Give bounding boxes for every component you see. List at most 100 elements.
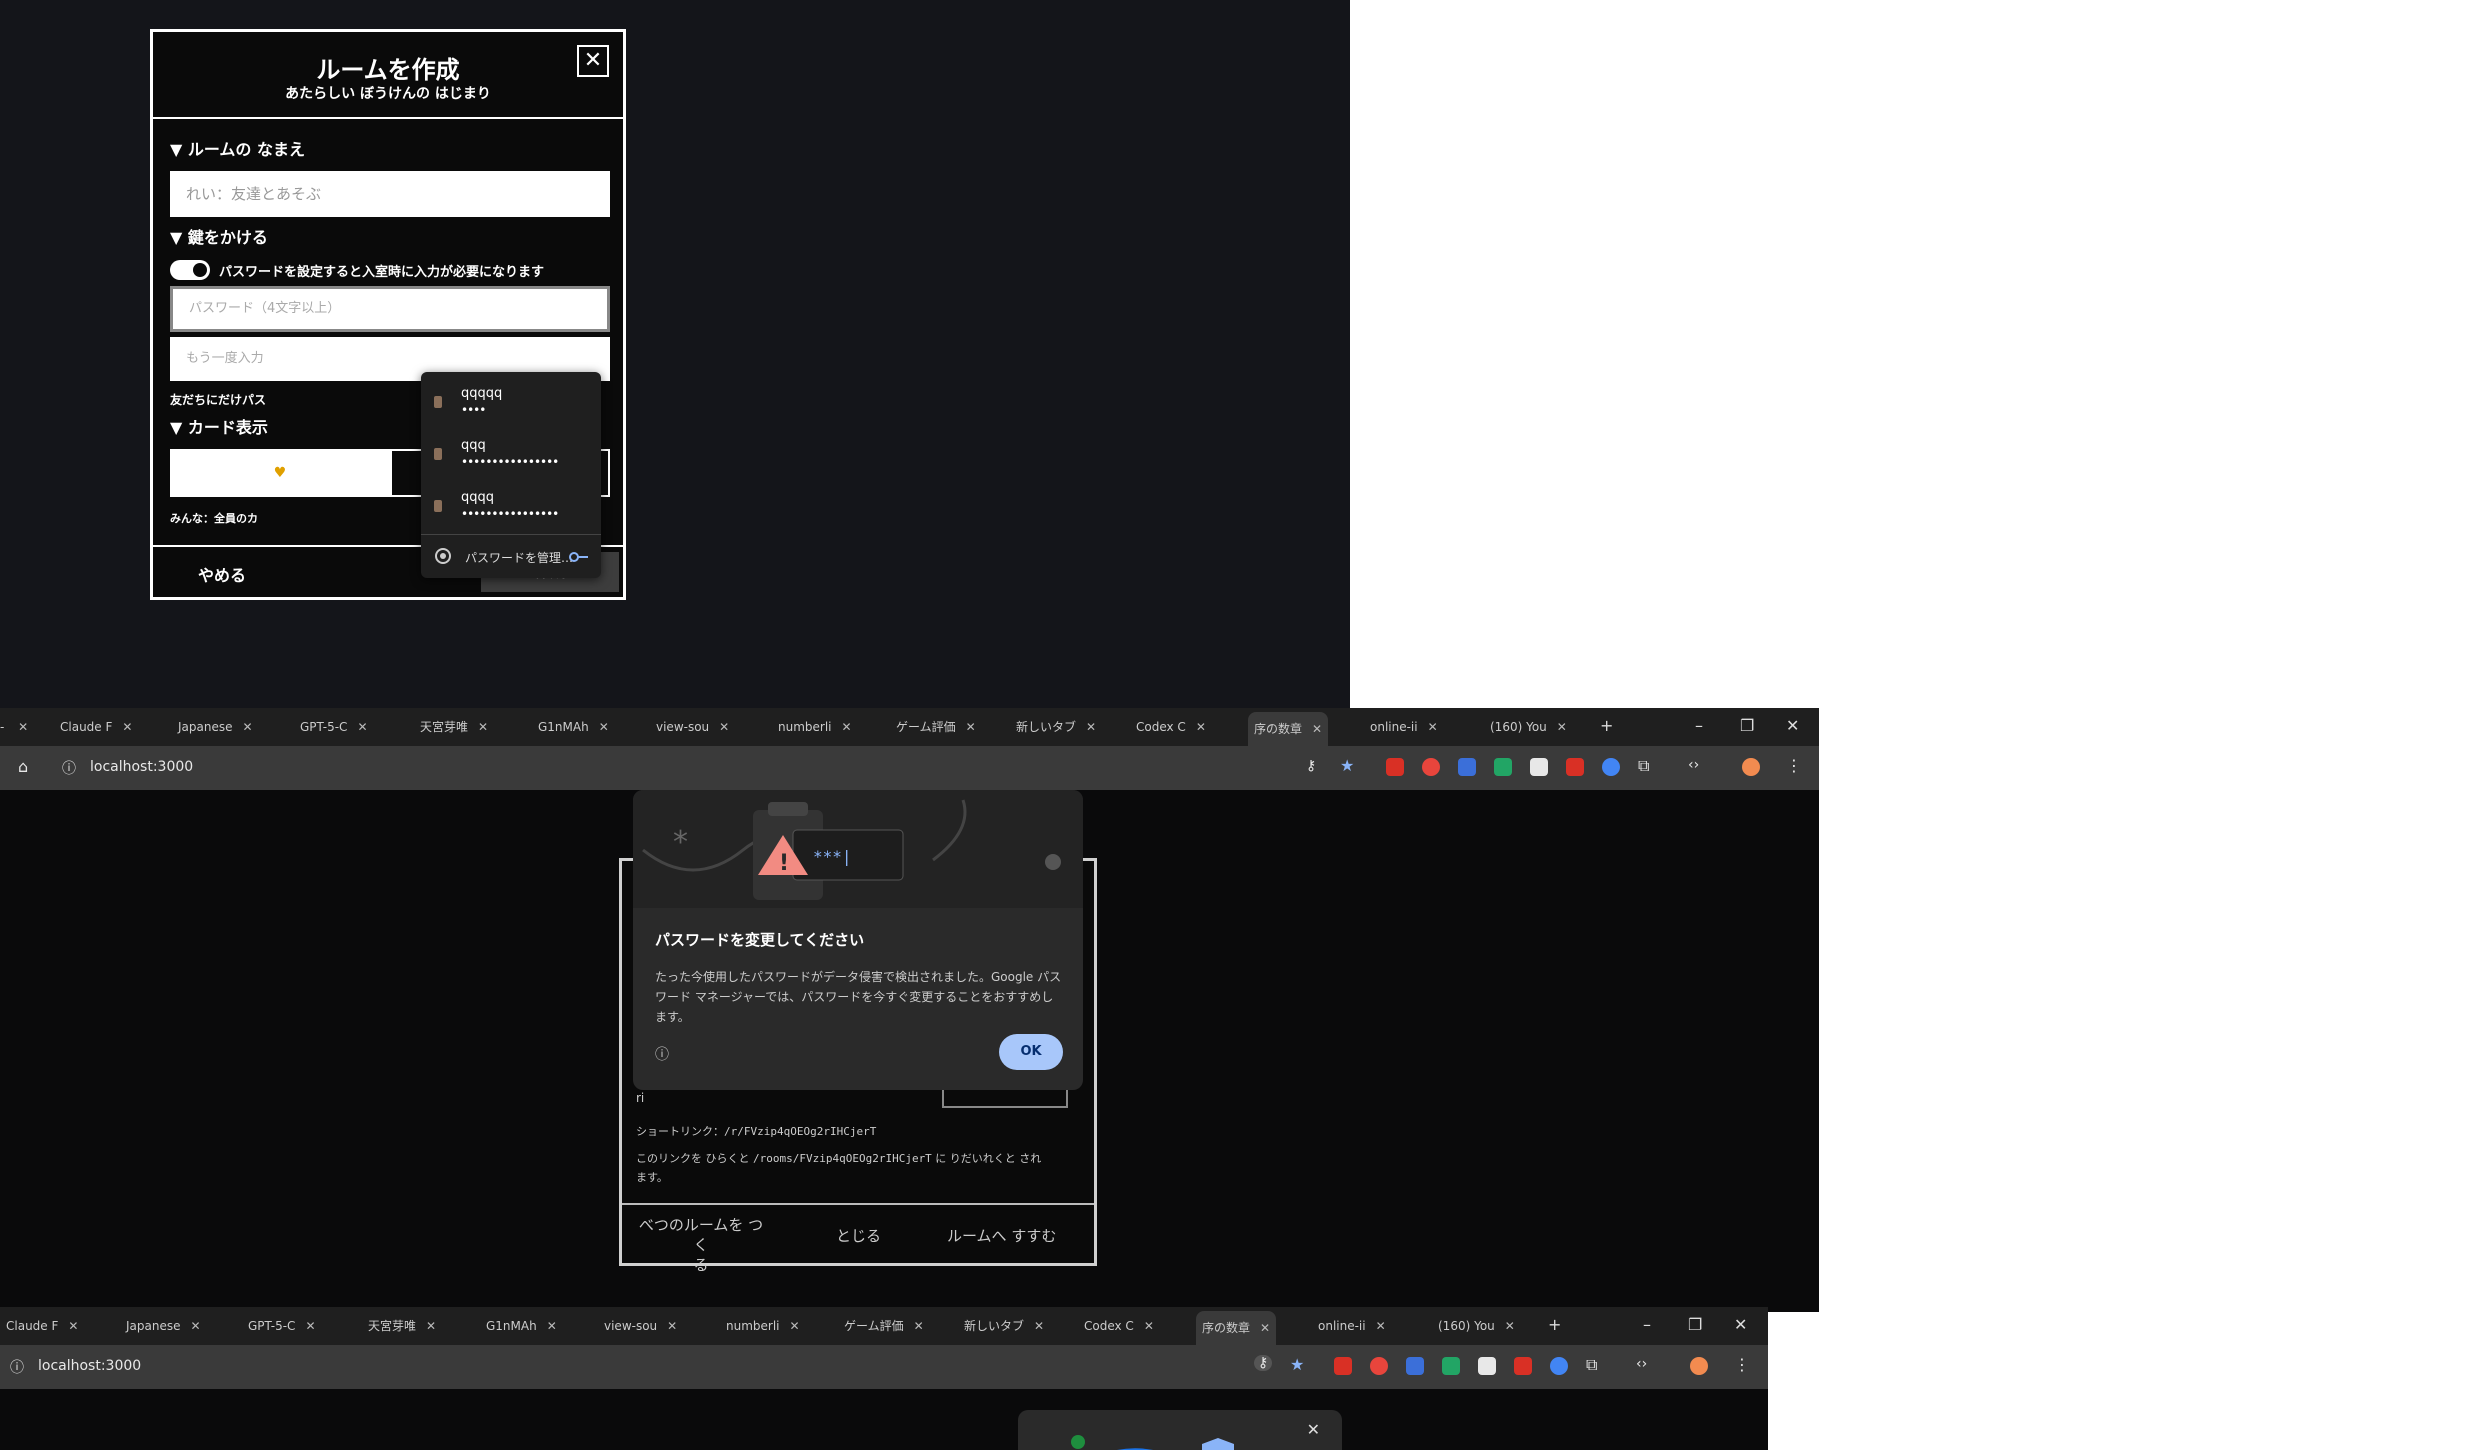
password-saved-popup: ✕: [1018, 1410, 1342, 1450]
tab[interactable]: Codex C ✕: [1084, 1315, 1154, 1337]
extension-icon[interactable]: [1494, 758, 1512, 776]
new-tab-button[interactable]: +: [1548, 1315, 1561, 1334]
extension-icon[interactable]: [1566, 758, 1584, 776]
stray-text: ri: [636, 1091, 645, 1105]
puzzle-icon[interactable]: ⧉: [1586, 1355, 1597, 1375]
tab[interactable]: 新しいタブ ✕: [964, 1315, 1044, 1337]
card-option-everyone[interactable]: ♥: [170, 449, 390, 497]
friends-hint: 友だちにだけパス: [170, 393, 267, 407]
cancel-button[interactable]: やめる: [198, 562, 246, 586]
manage-passwords-link[interactable]: パスワードを管理…: [465, 549, 573, 566]
tab-active[interactable]: 序の数章 ✕: [1196, 1311, 1277, 1345]
breach-warning-dialog: * ! ***| パスワードを変更してください たった今使用したパスワードがデー…: [633, 790, 1083, 1090]
tab[interactable]: 天宮芽唯 ✕: [368, 1315, 436, 1337]
svg-text:*: *: [673, 825, 688, 860]
restore-button[interactable]: ❐: [1688, 1315, 1702, 1334]
extension-icon[interactable]: [1406, 1357, 1424, 1375]
autofill-username: qqqq: [461, 490, 495, 505]
menu-icon[interactable]: ⋮: [1786, 756, 1802, 775]
tab[interactable]: GPT-5-C ✕: [248, 1315, 316, 1337]
window-close-button[interactable]: ✕: [1734, 1315, 1747, 1334]
short-link-row: ショートリンク：/r/FVzip4qOEOg2rIHCjerT: [636, 1125, 877, 1138]
tab[interactable]: (160) You ✕: [1490, 716, 1567, 738]
avatar[interactable]: [1742, 758, 1760, 776]
tab[interactable]: 新しいタブ ✕: [1016, 716, 1096, 738]
password-input[interactable]: パスワード（4文字以上）: [170, 286, 610, 332]
tab-partial[interactable]: - ✕: [0, 716, 28, 738]
restore-button[interactable]: ❐: [1740, 716, 1754, 735]
tab[interactable]: Japanese ✕: [126, 1315, 201, 1337]
password-key-icon[interactable]: ⚷: [1254, 1355, 1273, 1371]
extension-icon[interactable]: [1514, 1357, 1532, 1375]
extension-icon[interactable]: [1458, 758, 1476, 776]
site-info-icon[interactable]: ⓘ: [62, 758, 76, 778]
devtools-icon[interactable]: ‹›: [1688, 757, 1699, 773]
warning-title: パスワードを変更してください: [655, 931, 865, 949]
tab[interactable]: GPT-5-C ✕: [300, 716, 368, 738]
url-text[interactable]: localhost:3000: [38, 1358, 141, 1374]
extension-icon[interactable]: [1442, 1357, 1460, 1375]
devtools-icon[interactable]: ‹›: [1636, 1356, 1647, 1372]
tab[interactable]: view-sou ✕: [604, 1315, 677, 1337]
tab-strip: Claude F ✕ Japanese ✕ GPT-5-C ✕ 天宮芽唯 ✕ G1nMA…: [0, 1307, 1768, 1345]
extension-icon[interactable]: [1370, 1357, 1388, 1375]
autofill-item[interactable]: qqqq ••••••••••••••••: [421, 480, 601, 530]
tab[interactable]: Japanese ✕: [178, 716, 253, 738]
autofill-item[interactable]: qqqqq ••••: [421, 376, 601, 426]
info-icon[interactable]: ⓘ: [655, 1044, 669, 1064]
tab[interactable]: ゲーム評価 ✕: [844, 1315, 924, 1337]
avatar[interactable]: [1690, 1357, 1708, 1375]
tab[interactable]: Claude F ✕: [6, 1315, 78, 1337]
new-room-button[interactable]: べつのルームを つくる: [636, 1215, 766, 1275]
tab[interactable]: numberli ✕: [778, 716, 852, 738]
tab[interactable]: G1nMAh ✕: [538, 716, 609, 738]
room-name-input[interactable]: れい：友達とあそぶ: [170, 171, 610, 217]
password-autofill-dropdown: qqqqq •••• qqq •••••••••••••••• qqqq •••…: [421, 372, 601, 578]
tab[interactable]: 天宮芽唯 ✕: [420, 716, 488, 738]
tab[interactable]: ゲーム評価 ✕: [896, 716, 976, 738]
chrome-profile-icon[interactable]: [1550, 1357, 1568, 1375]
window-close-button[interactable]: ✕: [1786, 716, 1799, 735]
lock-toggle[interactable]: [170, 260, 210, 280]
url-text[interactable]: localhost:3000: [90, 759, 193, 775]
home-icon[interactable]: ⌂: [18, 757, 28, 776]
lock-hint: パスワードを設定すると入室時に入力が必要になります: [219, 265, 545, 280]
adblock-icon[interactable]: [1386, 758, 1404, 776]
autofill-username: qqq: [461, 438, 486, 453]
password-manager-illustration: [1071, 1435, 1234, 1450]
puzzle-icon[interactable]: ⧉: [1638, 756, 1649, 776]
minimize-button[interactable]: –: [1643, 1315, 1651, 1334]
tab[interactable]: (160) You ✕: [1438, 1315, 1515, 1337]
site-favicon-icon: [434, 396, 442, 408]
tab-active[interactable]: 序の数章 ✕: [1248, 712, 1329, 746]
menu-icon[interactable]: ⋮: [1734, 1355, 1750, 1374]
new-tab-button[interactable]: +: [1600, 716, 1613, 735]
autofill-item[interactable]: qqq ••••••••••••••••: [421, 428, 601, 478]
autofill-divider: [421, 534, 601, 535]
extension-icon[interactable]: [1478, 1357, 1496, 1375]
bookmark-star-icon[interactable]: ★: [1340, 756, 1354, 775]
bookmark-star-icon[interactable]: ★: [1290, 1355, 1304, 1374]
popup-close-icon[interactable]: ✕: [1307, 1420, 1320, 1439]
tab[interactable]: online-ii ✕: [1370, 716, 1438, 738]
extension-icon[interactable]: [1530, 758, 1548, 776]
tab[interactable]: numberli ✕: [726, 1315, 800, 1337]
adblock-icon[interactable]: [1334, 1357, 1352, 1375]
svg-text:***|: ***|: [813, 847, 852, 866]
tab[interactable]: view-sou ✕: [656, 716, 729, 738]
tab[interactable]: Codex C ✕: [1136, 716, 1206, 738]
lock-heading: ▼ 鍵をかける: [170, 228, 268, 247]
tab[interactable]: G1nMAh ✕: [486, 1315, 557, 1337]
enter-room-button[interactable]: ルームへ すすむ: [947, 1225, 1056, 1246]
site-info-icon[interactable]: ⓘ: [10, 1357, 24, 1377]
extension-icon[interactable]: [1422, 758, 1440, 776]
close-card-button[interactable]: とじる: [836, 1225, 881, 1246]
password-key-icon[interactable]: ⚷: [1306, 758, 1316, 774]
tab[interactable]: online-ii ✕: [1318, 1315, 1386, 1337]
chrome-profile-icon[interactable]: [1602, 758, 1620, 776]
minimize-button[interactable]: –: [1695, 716, 1703, 735]
close-button[interactable]: ✕: [577, 45, 609, 77]
card-divider: [622, 1203, 1094, 1205]
tab[interactable]: Claude F ✕: [60, 716, 132, 738]
ok-button[interactable]: OK: [999, 1034, 1063, 1070]
